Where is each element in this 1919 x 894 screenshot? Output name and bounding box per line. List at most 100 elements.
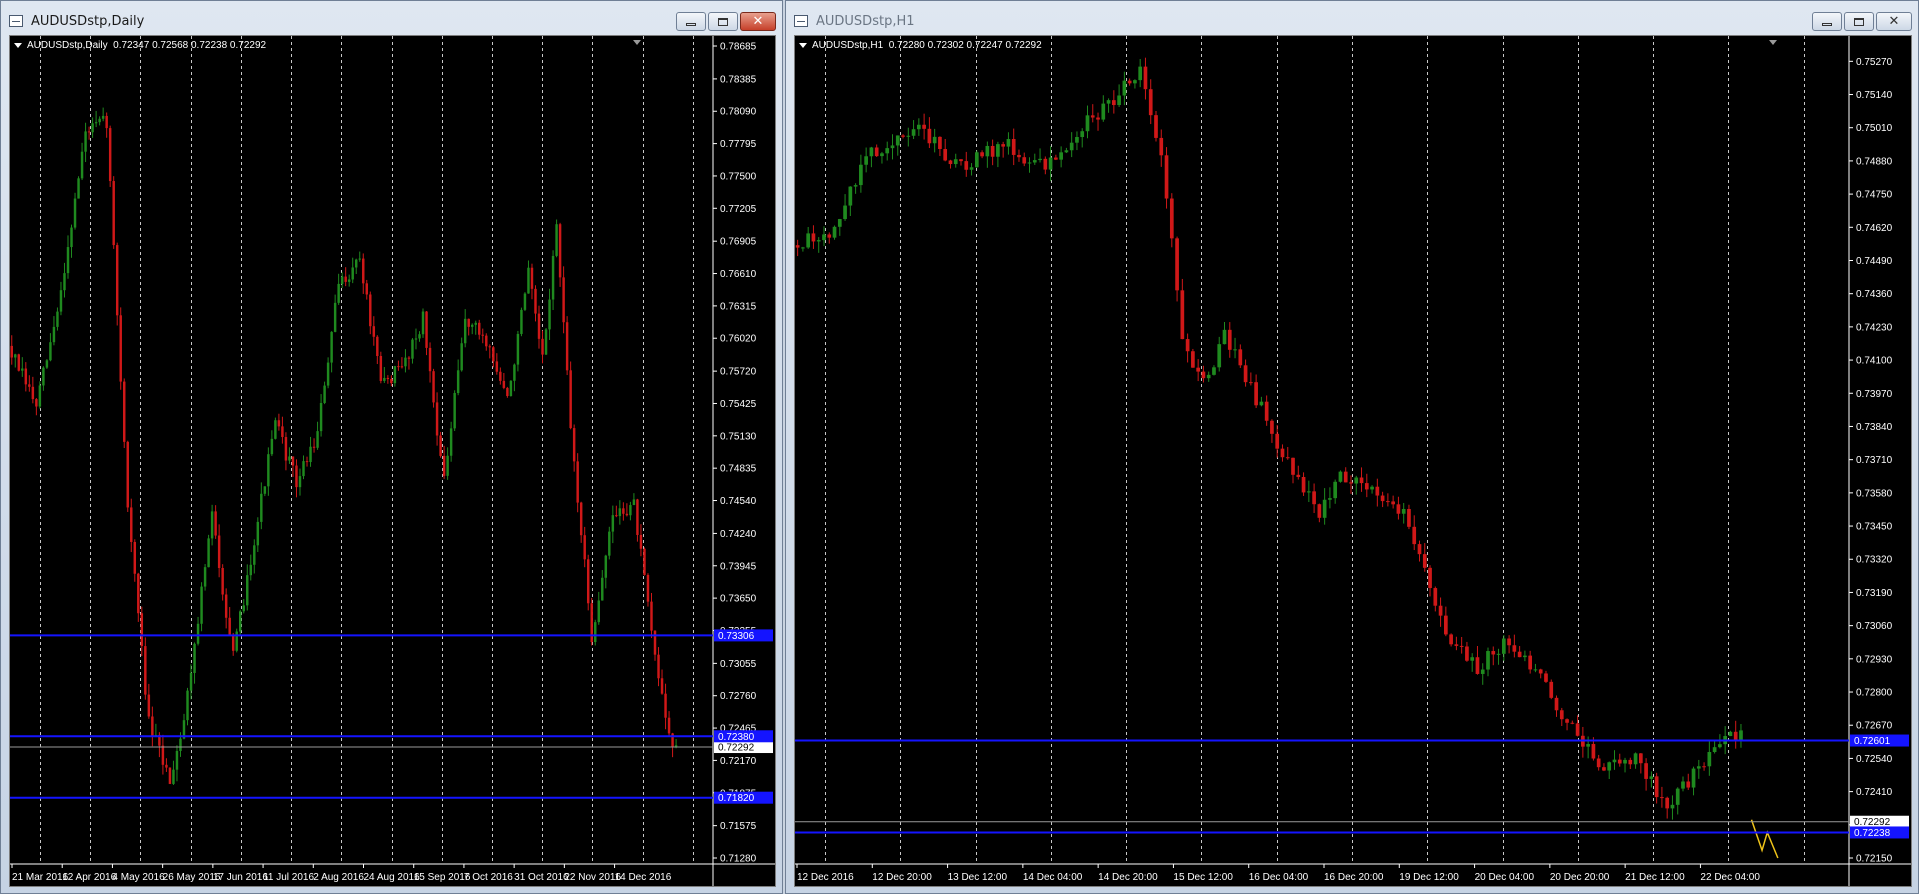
maximize-button[interactable] [1844,12,1874,31]
candle-body [463,318,467,344]
candle-body [629,505,632,516]
chart-area[interactable]: 12 Dec 2016 12 Dec 20:00 13 Dec 12:00 14 De… [794,35,1912,887]
candle-body [1528,655,1533,670]
chart-area[interactable]: 21 Mar 2016 12 Apr 2016 4 May 2016 26 May 2… [9,35,776,887]
candle-body [827,234,832,238]
chart-window-icon [9,15,23,27]
candle-body [959,159,963,162]
candle-body [801,247,805,249]
candle-body [520,309,523,334]
y-tick-label: 0.76905 [720,237,757,248]
candle-body [1491,651,1496,655]
x-tick-label: 15 Sep 2016 [414,872,471,883]
candle-body [1238,349,1243,366]
x-tick-label: 24 Aug 2016 [364,872,421,883]
candle-body [351,267,354,280]
candle-body [495,361,499,372]
candle-body [467,318,470,327]
y-tick-label: 0.72150 [1856,854,1893,865]
candle-body [1212,367,1216,375]
candle-body [340,276,344,284]
y-tick-label: 0.76315 [720,301,757,312]
candle-body [1549,681,1554,698]
candle-body [1133,80,1137,84]
candle-body [298,476,302,488]
x-tick-label: 12 Apr 2016 [62,872,116,883]
chart-symbol: AUDUSDstp,H1 [812,40,884,51]
candle-body [1401,509,1406,514]
candle-body [1359,477,1364,484]
candle-body [1243,365,1248,383]
candle-body [643,548,646,575]
current-price-label: 0.72292 [718,743,755,754]
dropdown-triangle-icon[interactable] [14,42,22,48]
y-tick-label: 0.73060 [1856,621,1893,632]
candle-body [1507,638,1511,646]
candle-body [242,605,245,612]
candle-body [369,294,372,327]
candle-body [1117,95,1121,106]
candle-body [108,128,112,182]
candle-body [625,513,629,516]
price-chart[interactable]: 21 Mar 201612 Apr 20164 May 201626 May 2… [10,36,775,886]
y-tick-label: 0.73320 [1856,555,1893,566]
candle-body [1486,651,1490,670]
candle-body [1517,651,1522,658]
candle-body [1291,457,1295,475]
y-tick-label: 0.74240 [720,529,757,540]
minimize-button[interactable] [676,12,706,31]
candle-body [203,567,207,587]
candle-body [1143,66,1148,90]
candle-body [1391,501,1395,505]
candle-body [119,315,122,382]
candle-body [1001,144,1006,147]
candle-body [189,673,193,691]
candle-body [1159,137,1164,156]
chart-info: AUDUSDstp,Daily 0.72347 0.72568 0.72238 … [14,40,266,51]
candle-body [853,185,858,187]
candle-body [80,151,84,179]
candle-body [1707,752,1712,767]
candle-body [1586,744,1590,747]
candle-body [1090,115,1095,118]
y-tick-label: 0.72670 [1856,721,1893,732]
close-button[interactable]: ✕ [740,12,776,31]
candle-body [1101,103,1106,120]
candle-body [112,181,115,246]
candle-body [964,161,969,170]
candle-body [418,334,421,339]
x-tick-label: 14 Dec 20:00 [1098,872,1158,883]
candle-body [611,515,615,532]
candle-body [1649,776,1654,779]
y-tick-label: 0.74360 [1856,289,1893,300]
candle-body [372,326,376,337]
candle-body [277,420,281,427]
candle-body [1296,474,1301,478]
y-tick-label: 0.72410 [1856,787,1893,798]
candle-body [411,339,414,359]
dropdown-triangle-icon[interactable] [799,42,807,48]
candle-body [1417,544,1422,555]
close-button[interactable]: ✕ [1876,12,1912,31]
candle-body [492,347,495,362]
candle-body [558,224,562,278]
maximize-button[interactable] [708,12,738,31]
candle-body [541,338,544,355]
x-tick-label: 20 Dec 04:00 [1475,872,1535,883]
hline-label: 0.72380 [718,732,755,743]
minimize-button[interactable] [1812,12,1842,31]
y-tick-label: 0.75270 [1856,57,1893,68]
candle-body [537,313,541,339]
candle-body [530,267,534,289]
candle-body [1533,669,1538,671]
chart-symbol: AUDUSDstp,Daily [27,40,108,51]
candle-body [196,623,200,644]
y-tick-label: 0.75425 [720,399,757,410]
candle-body [1032,160,1037,163]
price-chart[interactable]: 12 Dec 2016 12 Dec 20:00 13 Dec 12:00 14 De… [795,36,1911,886]
candle-body [1249,382,1253,384]
x-tick-label: 22 Nov 2016 [564,872,621,883]
x-tick-label: 12 Dec 2016 [797,872,854,883]
candle-body [569,370,572,429]
candle-body [1075,137,1079,143]
